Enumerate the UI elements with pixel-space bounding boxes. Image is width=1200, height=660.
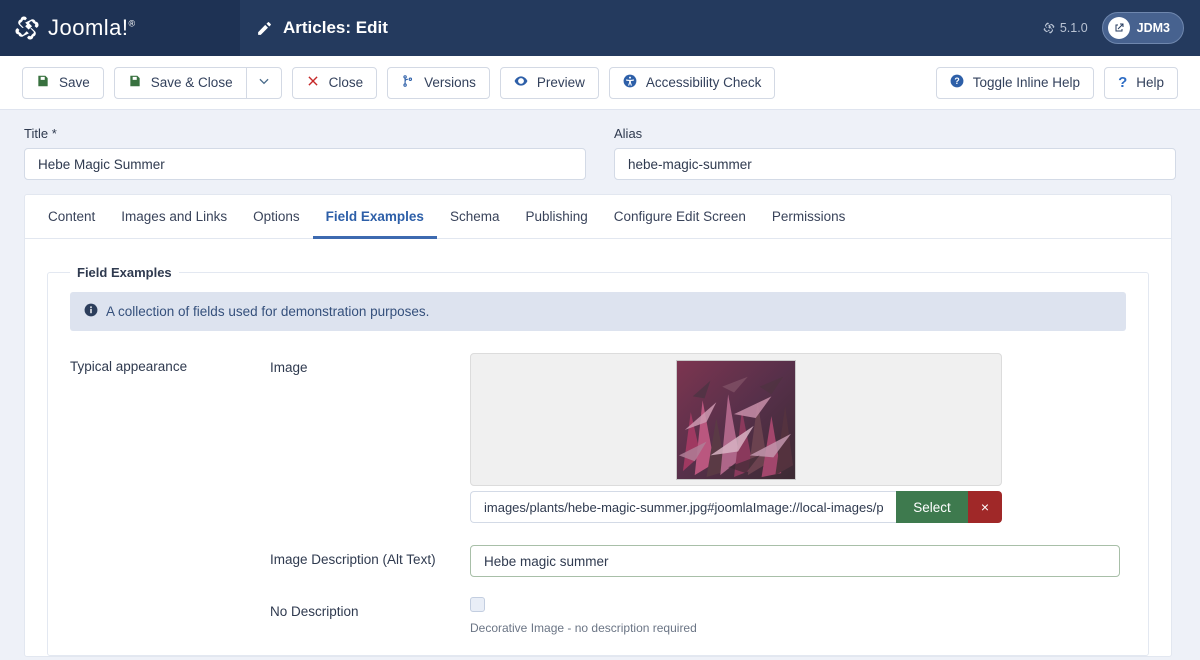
no-description-hint: Decorative Image - no description requir… (470, 621, 697, 635)
floppy-disk-icon (128, 74, 142, 91)
close-label: Close (328, 75, 364, 90)
alt-text-row: Image Description (Alt Text) (70, 545, 1126, 577)
no-description-body: Decorative Image - no description requir… (470, 597, 1126, 635)
tab-field-examples[interactable]: Field Examples (312, 195, 437, 239)
typical-appearance-label: Typical appearance (70, 359, 188, 374)
nodesc-row-spacer (70, 597, 270, 603)
version-badge: 5.1.0 (1043, 21, 1088, 35)
brand-logo-area[interactable]: Joomla!® (0, 0, 240, 56)
no-description-checkbox[interactable] (470, 597, 485, 612)
tab-options[interactable]: Options (240, 195, 313, 239)
save-button[interactable]: Save (22, 66, 104, 99)
close-button[interactable]: Close (291, 66, 378, 99)
toggle-inline-help-button[interactable]: ? Toggle Inline Help (935, 66, 1095, 99)
app-header: Joomla!® Articles: Edit 5.1.0 JDM3 (0, 0, 1200, 56)
toggle-inline-help-label: Toggle Inline Help (972, 75, 1081, 90)
select-image-button[interactable]: Select (896, 491, 968, 523)
question-circle-icon: ? (950, 74, 964, 91)
user-menu-button[interactable]: JDM3 (1101, 12, 1184, 44)
versions-button[interactable]: Versions (387, 66, 490, 99)
page-title: Articles: Edit (283, 18, 388, 37)
title-input[interactable] (24, 148, 586, 180)
tab-publishing[interactable]: Publishing (512, 195, 600, 239)
brand-name: Joomla!® (48, 15, 136, 40)
no-description-row: No Description Decorative Image - no des… (70, 597, 1126, 635)
image-description-label: Image Description (Alt Text) (270, 552, 436, 567)
save-and-close-label: Save & Close (150, 75, 233, 90)
tab-bar: Content Images and Links Options Field E… (25, 195, 1171, 239)
no-description-label: No Description (270, 604, 359, 619)
info-circle-icon (84, 303, 98, 320)
alias-input[interactable] (614, 148, 1176, 180)
preview-button[interactable]: Preview (499, 66, 599, 99)
version-number: 5.1.0 (1059, 21, 1088, 35)
help-button[interactable]: ? Help (1104, 66, 1178, 99)
image-field-body: Select × (470, 353, 1126, 523)
field-examples-panel: Field Examples A collection of fields us… (25, 239, 1171, 656)
versions-label: Versions (424, 75, 476, 90)
image-path-row: Select × (470, 491, 1002, 523)
tab-permissions[interactable]: Permissions (759, 195, 859, 239)
clear-image-button[interactable]: × (967, 491, 1002, 523)
external-link-icon (1107, 17, 1130, 39)
toolbar: Save Save & Close Close Versions Preview… (0, 56, 1200, 110)
field-examples-fieldset: Field Examples A collection of fields us… (47, 265, 1149, 656)
info-alert: A collection of fields used for demonstr… (70, 292, 1126, 331)
floppy-disk-icon (36, 74, 50, 91)
code-branch-icon (401, 74, 415, 91)
help-label: Help (1136, 75, 1164, 90)
title-alias-row: Title * Alias (0, 110, 1200, 194)
accessibility-check-button[interactable]: Accessibility Check (608, 66, 776, 99)
save-close-group: Save & Close (113, 66, 282, 99)
fieldset-legend: Field Examples (77, 265, 172, 280)
joomla-mini-icon (1043, 22, 1055, 34)
preview-label: Preview (536, 75, 585, 90)
joomla-logo-icon (14, 15, 40, 41)
header-title-area: Articles: Edit (240, 0, 1043, 56)
edit-card: Content Images and Links Options Field E… (24, 194, 1172, 657)
alt-text-body (470, 545, 1126, 577)
accessibility-check-label: Accessibility Check (645, 75, 762, 90)
universal-access-icon (623, 74, 637, 91)
alt-row-spacer (70, 545, 270, 551)
info-alert-text: A collection of fields used for demonstr… (106, 304, 430, 319)
tab-images-and-links[interactable]: Images and Links (108, 195, 240, 239)
tab-configure-edit-screen[interactable]: Configure Edit Screen (601, 195, 759, 239)
question-mark-icon: ? (1118, 74, 1128, 91)
image-field-row: Typical appearance Image images/plants/h… (70, 353, 1126, 523)
pencil-icon (256, 20, 273, 37)
tab-content[interactable]: Content (35, 195, 108, 239)
alias-label: Alias (614, 126, 643, 141)
close-icon (306, 74, 320, 91)
tab-schema[interactable]: Schema (437, 195, 513, 239)
user-name: JDM3 (1136, 21, 1170, 35)
title-label: Title * (24, 126, 57, 141)
header-actions: 5.1.0 JDM3 (1043, 0, 1200, 56)
image-description-input[interactable] (470, 545, 1120, 577)
brand-registered-mark: ® (128, 18, 136, 29)
save-and-close-button[interactable]: Save & Close (113, 66, 246, 99)
image-thumbnail (676, 359, 796, 480)
image-label: Image (270, 360, 308, 375)
alias-field-group: Alias (614, 126, 1176, 180)
title-field-group: Title * (24, 126, 586, 180)
save-label: Save (59, 75, 90, 90)
svg-text:?: ? (954, 76, 959, 86)
chevron-down-icon (257, 74, 271, 91)
save-dropdown-toggle[interactable] (245, 66, 282, 99)
image-preview-box (470, 353, 1002, 486)
image-path-input[interactable] (470, 491, 897, 523)
eye-icon (514, 74, 528, 91)
